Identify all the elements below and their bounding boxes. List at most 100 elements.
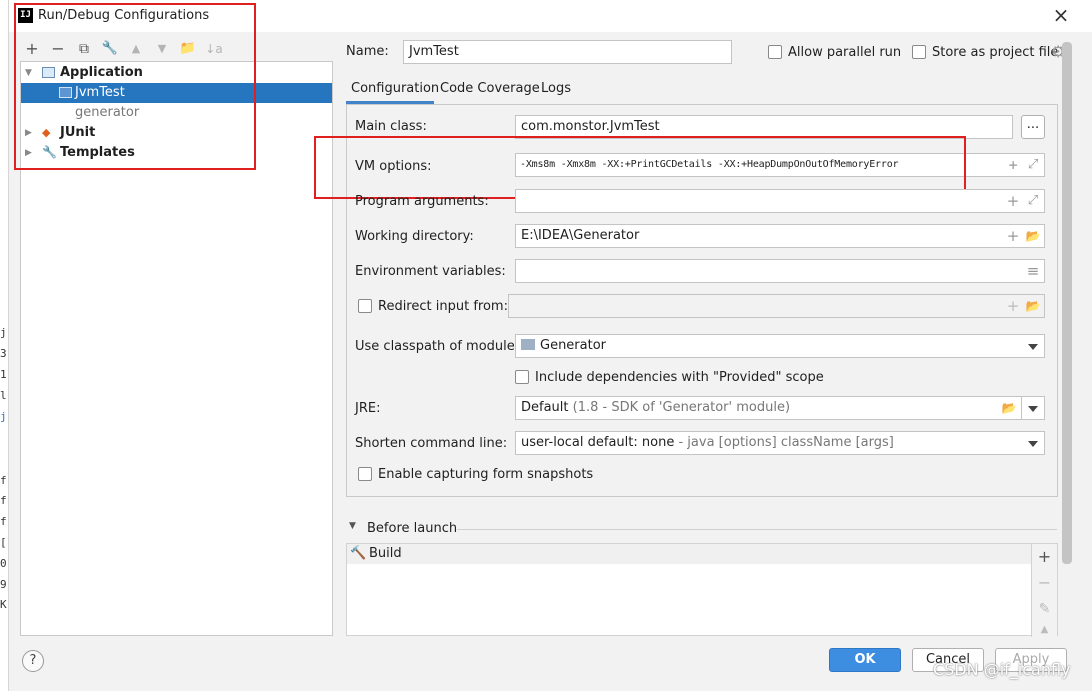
before-launch-list: 🔨 Build + − ✎ ▲ bbox=[346, 543, 1058, 637]
plus-icon[interactable]: + bbox=[1004, 190, 1022, 212]
jre-label: JRE: bbox=[355, 401, 381, 416]
shorten-select[interactable]: user-local default: none - java [options… bbox=[515, 431, 1045, 455]
chevron-down-icon[interactable] bbox=[1028, 406, 1038, 412]
tab-logs[interactable]: Logs bbox=[541, 78, 571, 104]
move-up-icon[interactable]: ▲ bbox=[1032, 622, 1057, 637]
working-dir-input[interactable]: E:\IDEA\Generator + 📂 bbox=[515, 224, 1045, 248]
editor-char: 0 bbox=[0, 557, 7, 570]
collapse-down-icon[interactable]: ▼ bbox=[349, 521, 356, 531]
editor-char: f bbox=[0, 474, 7, 487]
background-editor-strip: j 3 1 l j f f f [ 0 9 K bbox=[0, 0, 9, 691]
include-deps-checkbox[interactable] bbox=[515, 370, 529, 384]
enable-snapshots-checkbox[interactable] bbox=[358, 467, 372, 481]
ok-button[interactable]: OK bbox=[829, 648, 901, 672]
close-icon[interactable]: × bbox=[1049, 4, 1073, 28]
main-class-input[interactable]: com.monstor.JvmTest bbox=[515, 115, 1013, 139]
browse-button[interactable]: ... bbox=[1021, 115, 1045, 139]
add-icon[interactable]: + bbox=[21, 38, 43, 60]
env-vars-label: Environment variables: bbox=[355, 264, 506, 279]
watermark: CSDN @if_icanfly bbox=[933, 660, 1071, 679]
separator bbox=[1021, 397, 1022, 419]
move-up-icon[interactable]: ▲ bbox=[125, 38, 147, 60]
plus-icon[interactable]: + bbox=[1004, 295, 1022, 317]
tree-item-label: JUnit bbox=[60, 125, 96, 140]
folder-icon[interactable]: 📂 bbox=[1024, 295, 1042, 317]
tab-code-coverage[interactable]: Code Coverage bbox=[440, 78, 540, 104]
jre-value: Default bbox=[521, 400, 569, 415]
expand-icon[interactable]: ⤢ bbox=[1024, 190, 1042, 212]
sort-icon[interactable]: ↓a bbox=[203, 38, 225, 60]
program-args-input[interactable]: + ⤢ bbox=[515, 189, 1045, 213]
module-icon bbox=[521, 339, 535, 350]
editor-char: 1 bbox=[0, 368, 7, 381]
name-label: Name: bbox=[346, 44, 389, 59]
tree-item-label: JvmTest bbox=[75, 85, 125, 100]
list-item-label: Build bbox=[369, 546, 402, 561]
remove-icon[interactable]: − bbox=[47, 38, 69, 60]
hammer-icon: 🔨 bbox=[350, 546, 367, 561]
tree-item-templates[interactable]: ▶ 🔧 Templates bbox=[21, 143, 332, 163]
store-project-checkbox[interactable] bbox=[912, 45, 926, 59]
working-dir-value: E:\IDEA\Generator bbox=[521, 228, 640, 243]
expand-icon[interactable]: ⤢ bbox=[1024, 154, 1042, 176]
caret-right-icon[interactable]: ▶ bbox=[25, 143, 32, 163]
classpath-value: Generator bbox=[540, 338, 607, 353]
caret-down-icon[interactable]: ▼ bbox=[25, 63, 32, 83]
plus-icon[interactable]: + bbox=[1004, 154, 1022, 176]
remove-icon[interactable]: − bbox=[1032, 570, 1057, 596]
jre-select[interactable]: Default (1.8 - SDK of 'Generator' module… bbox=[515, 396, 1045, 420]
move-down-icon[interactable]: ▼ bbox=[151, 38, 173, 60]
editor-char: 9 bbox=[0, 578, 7, 591]
application-icon bbox=[59, 87, 72, 98]
wrench-icon[interactable]: 🔧 bbox=[99, 38, 121, 60]
editor-char: [ bbox=[0, 536, 7, 549]
editor-char: j bbox=[0, 326, 7, 339]
before-launch-title: Before launch bbox=[367, 521, 458, 536]
vm-options-label: VM options: bbox=[355, 159, 432, 174]
before-launch-tools: + − ✎ ▲ bbox=[1031, 544, 1057, 637]
new-folder-icon[interactable]: 📁 bbox=[177, 38, 199, 60]
editor-char: f bbox=[0, 515, 7, 528]
folder-icon[interactable]: 📂 bbox=[1000, 397, 1018, 419]
allow-parallel-checkbox[interactable] bbox=[768, 45, 782, 59]
tree-item-label: Templates bbox=[60, 145, 135, 160]
tree-item-junit[interactable]: ▶ ◆ JUnit bbox=[21, 123, 332, 143]
vm-options-input[interactable]: -Xms8m -Xmx8m -XX:+PrintGCDetails -XX:+H… bbox=[515, 153, 1045, 177]
include-deps-label: Include dependencies with "Provided" sco… bbox=[535, 370, 824, 385]
folder-icon[interactable]: 📂 bbox=[1024, 225, 1042, 247]
tab-configuration[interactable]: Configuration bbox=[346, 78, 439, 104]
application-icon bbox=[42, 67, 55, 78]
tree-item-label: Application bbox=[60, 65, 143, 80]
store-project-label: Store as project file bbox=[932, 45, 1059, 60]
tree-item-application[interactable]: ▼ Application bbox=[21, 63, 332, 83]
run-debug-dialog: IJ Run/Debug Configurations × + − ⧉ 🔧 ▲ … bbox=[9, 0, 1092, 691]
add-icon[interactable]: + bbox=[1032, 544, 1057, 570]
redirect-input[interactable]: + 📂 bbox=[508, 294, 1045, 318]
editor-char: j bbox=[0, 410, 7, 423]
env-vars-input[interactable]: ≡ bbox=[515, 259, 1045, 283]
tree-item-generator[interactable]: generator bbox=[21, 103, 332, 123]
copy-icon[interactable]: ⧉ bbox=[73, 38, 95, 60]
redirect-checkbox[interactable] bbox=[358, 299, 372, 313]
wrench-icon: 🔧 bbox=[42, 145, 57, 159]
chevron-down-icon[interactable] bbox=[1028, 441, 1038, 447]
list-icon[interactable]: ≡ bbox=[1024, 260, 1042, 282]
enable-snapshots-label: Enable capturing form snapshots bbox=[378, 467, 594, 482]
classpath-select[interactable]: Generator bbox=[515, 334, 1045, 358]
editor-char: 3 bbox=[0, 347, 7, 360]
redirect-label: Redirect input from: bbox=[378, 299, 508, 314]
name-input[interactable]: JvmTest bbox=[403, 40, 732, 64]
shorten-detail: - java [options] className [args] bbox=[678, 435, 894, 450]
list-item[interactable]: 🔨 Build bbox=[347, 544, 1032, 564]
help-button[interactable]: ? bbox=[22, 650, 44, 672]
caret-right-icon[interactable]: ▶ bbox=[25, 123, 32, 143]
tree-item-jvmtest[interactable]: JvmTest bbox=[21, 83, 332, 103]
chevron-down-icon[interactable] bbox=[1028, 344, 1038, 350]
divider bbox=[457, 529, 1057, 530]
tree-item-label: generator bbox=[75, 105, 140, 120]
scrollbar-thumb[interactable] bbox=[1062, 42, 1072, 564]
intellij-icon: IJ bbox=[18, 8, 33, 23]
edit-icon[interactable]: ✎ bbox=[1032, 596, 1057, 622]
editor-char: f bbox=[0, 494, 7, 507]
plus-icon[interactable]: + bbox=[1004, 225, 1022, 247]
